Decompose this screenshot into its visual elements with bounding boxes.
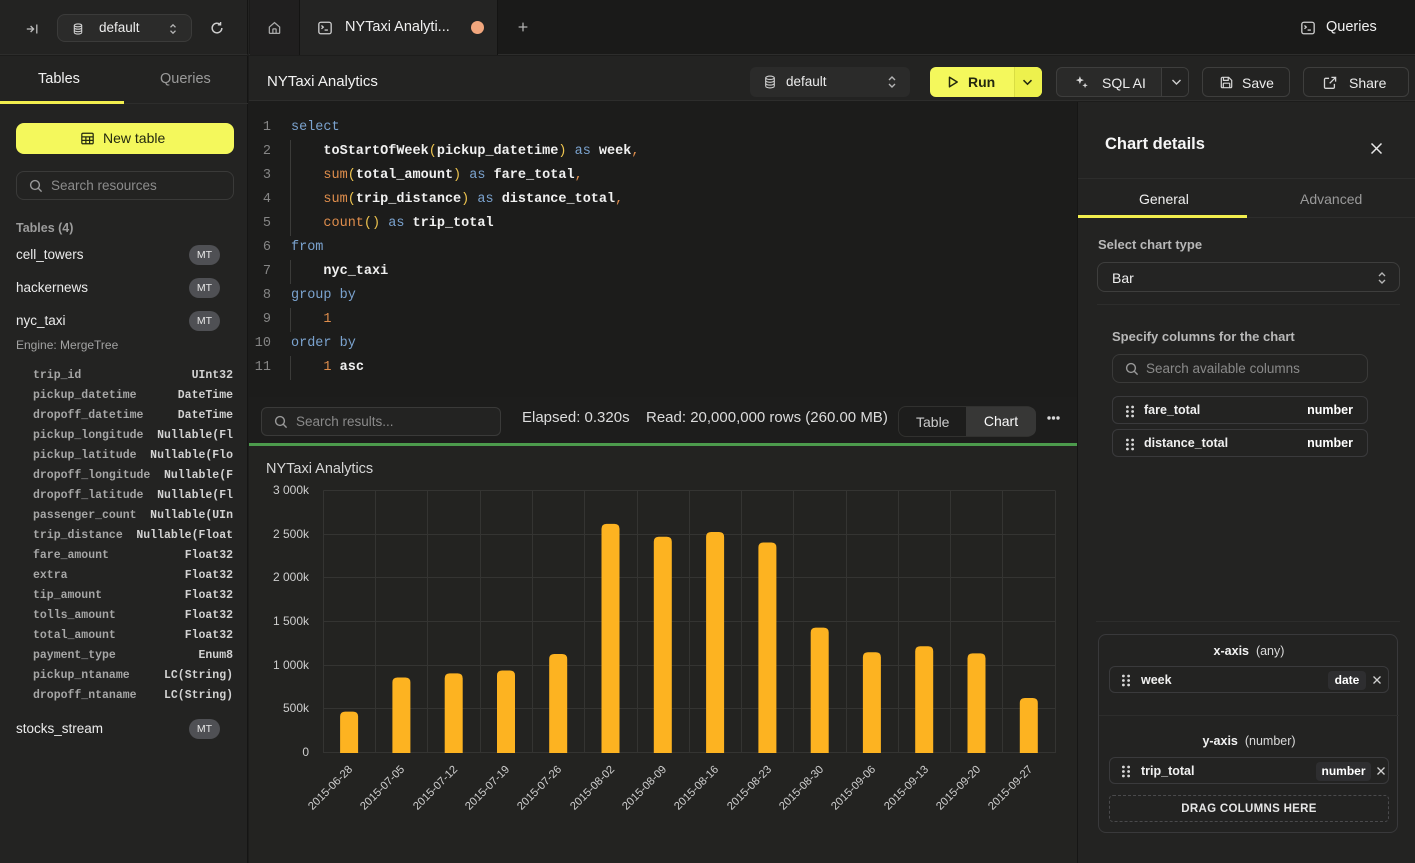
svg-text:2015-07-12: 2015-07-12 bbox=[411, 764, 460, 813]
svg-text:2015-08-30: 2015-08-30 bbox=[777, 764, 826, 813]
svg-text:2 000k: 2 000k bbox=[273, 570, 310, 584]
svg-text:1 000k: 1 000k bbox=[273, 658, 310, 672]
svg-text:1 500k: 1 500k bbox=[273, 614, 310, 628]
svg-text:2015-09-13: 2015-09-13 bbox=[882, 764, 931, 813]
svg-text:500k: 500k bbox=[283, 701, 310, 715]
svg-text:NYTaxi Analytics: NYTaxi Analytics bbox=[266, 461, 373, 477]
svg-text:2015-09-27: 2015-09-27 bbox=[986, 764, 1035, 813]
svg-text:0: 0 bbox=[302, 745, 309, 759]
svg-text:2015-08-16: 2015-08-16 bbox=[672, 764, 721, 813]
svg-text:2015-07-05: 2015-07-05 bbox=[358, 764, 407, 813]
svg-text:2015-08-02: 2015-08-02 bbox=[568, 764, 617, 813]
svg-text:2015-07-19: 2015-07-19 bbox=[463, 764, 512, 813]
svg-text:2015-07-26: 2015-07-26 bbox=[515, 764, 564, 813]
svg-text:2015-06-28: 2015-06-28 bbox=[306, 764, 355, 813]
svg-text:3 000k: 3 000k bbox=[273, 483, 310, 497]
svg-text:2015-08-23: 2015-08-23 bbox=[725, 764, 774, 813]
svg-text:2 500k: 2 500k bbox=[273, 527, 310, 541]
svg-text:2015-09-20: 2015-09-20 bbox=[934, 764, 983, 813]
svg-text:2015-08-09: 2015-08-09 bbox=[620, 764, 669, 813]
svg-text:2015-09-06: 2015-09-06 bbox=[829, 764, 878, 813]
